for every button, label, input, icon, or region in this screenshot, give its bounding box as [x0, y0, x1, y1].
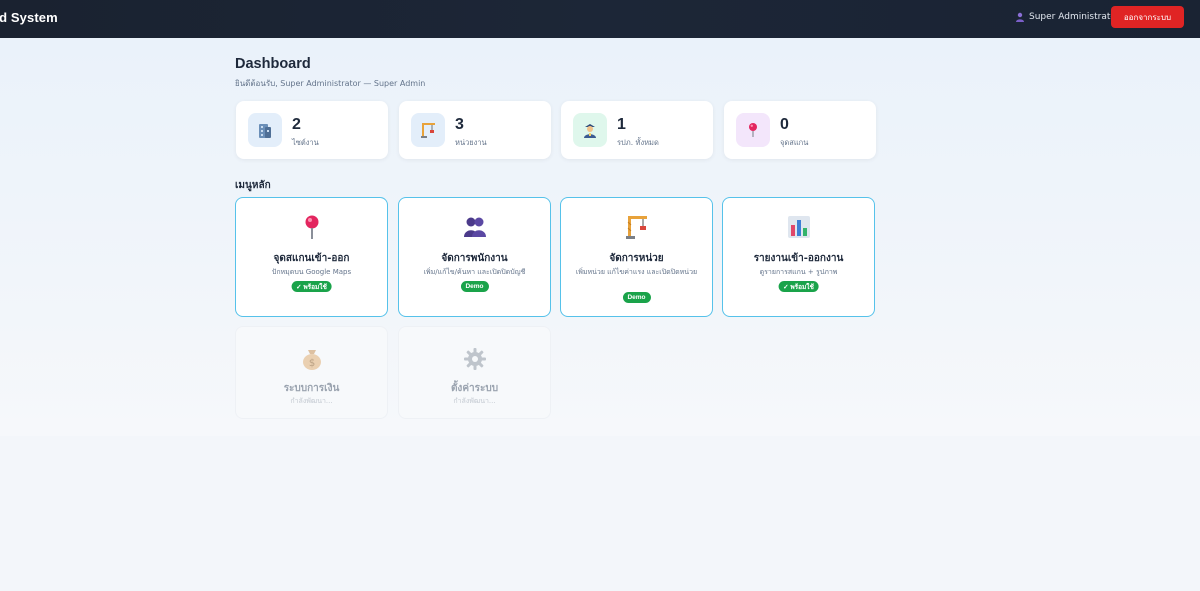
- gear-icon: [462, 346, 488, 372]
- status-badge: Demo: [460, 281, 489, 292]
- menu-card-employees[interactable]: จัดการพนักงาน เพิ่ม/แก้ไข/ค้นหา และเปิดป…: [398, 197, 551, 317]
- menu-card-title: รายงานเข้า-ออกงาน: [753, 253, 844, 264]
- bar-chart-icon: [786, 214, 812, 240]
- stat-value: 0: [780, 116, 789, 133]
- brand-title: rd System: [0, 10, 58, 25]
- user-icon: [1015, 12, 1025, 22]
- menu-card-desc: กำลังพัฒนา...: [290, 397, 333, 405]
- menu-card-title: ระบบการเงิน: [283, 383, 340, 394]
- menu-card-desc: กำลังพัฒนา...: [453, 397, 496, 405]
- building-icon: [248, 113, 282, 147]
- people-icon: [462, 214, 488, 240]
- stat-label: รปภ. ทั้งหมด: [617, 138, 659, 147]
- menu-card-desc: ดูรายการสแกน + รูปภาพ: [759, 268, 838, 276]
- menu-card-finance: $ ระบบการเงิน กำลังพัฒนา...: [235, 326, 388, 419]
- money-bag-icon: $: [299, 346, 325, 372]
- stat-value: 1: [617, 116, 626, 133]
- stat-value: 3: [455, 116, 464, 133]
- user-info: Super Administrator: [1015, 12, 1120, 22]
- status-badge: Demo: [622, 292, 651, 303]
- section-title-main-menu: เมนูหลัก: [235, 180, 271, 191]
- svg-text:$: $: [308, 358, 314, 369]
- security-guard-icon: [573, 113, 607, 147]
- user-name: Super Administrator: [1029, 12, 1120, 22]
- construction-crane-icon: [624, 214, 650, 240]
- menu-card-desc: เพิ่ม/แก้ไข/ค้นหา และเปิดปิดบัญชี: [423, 268, 526, 276]
- construction-crane-icon: [411, 113, 445, 147]
- menu-card-desc: เพิ่มหน่วย แก้ไขค่าแรง และเปิดปิดหน่วย: [575, 268, 698, 276]
- stat-value: 2: [292, 116, 301, 133]
- stat-label: ไซต์งาน: [292, 138, 319, 147]
- stat-card-units: 3 หน่วยงาน: [399, 101, 551, 159]
- logout-button[interactable]: ออกจากระบบ: [1111, 6, 1184, 28]
- stat-label: จุดสแกน: [780, 138, 809, 147]
- menu-card-units[interactable]: จัดการหน่วย เพิ่มหน่วย แก้ไขค่าแรง และเป…: [560, 197, 713, 317]
- stat-card-scan-points: 0 จุดสแกน: [724, 101, 876, 159]
- page-title: Dashboard: [235, 56, 311, 72]
- menu-card-scan-points[interactable]: จุดสแกนเข้า-ออก ปักหมุดบน Google Maps ✓ …: [235, 197, 388, 317]
- menu-card-desc: ปักหมุดบน Google Maps: [271, 268, 352, 276]
- status-badge: ✓ พร้อมใช้: [291, 281, 332, 292]
- stat-card-sites: 2 ไซต์งาน: [236, 101, 388, 159]
- stat-label: หน่วยงาน: [455, 138, 487, 147]
- status-badge: ✓ พร้อมใช้: [778, 281, 819, 292]
- lower-area: [0, 436, 1200, 591]
- menu-card-reports[interactable]: รายงานเข้า-ออกงาน ดูรายการสแกน + รูปภาพ …: [722, 197, 875, 317]
- page-subtitle: ยินดีต้อนรับ, Super Administrator — Supe…: [235, 79, 426, 88]
- menu-card-title: ตั้งค่าระบบ: [450, 383, 499, 394]
- top-navbar: rd System Super Administrator ออกจากระบบ: [0, 0, 1200, 38]
- map-pin-icon: [299, 214, 325, 240]
- map-pin-icon: [736, 113, 770, 147]
- menu-card-title: จัดการหน่วย: [609, 253, 664, 264]
- menu-card-title: จุดสแกนเข้า-ออก: [273, 253, 350, 264]
- stat-card-guards: 1 รปภ. ทั้งหมด: [561, 101, 713, 159]
- menu-card-settings: ตั้งค่าระบบ กำลังพัฒนา...: [398, 326, 551, 419]
- menu-card-title: จัดการพนักงาน: [441, 253, 508, 264]
